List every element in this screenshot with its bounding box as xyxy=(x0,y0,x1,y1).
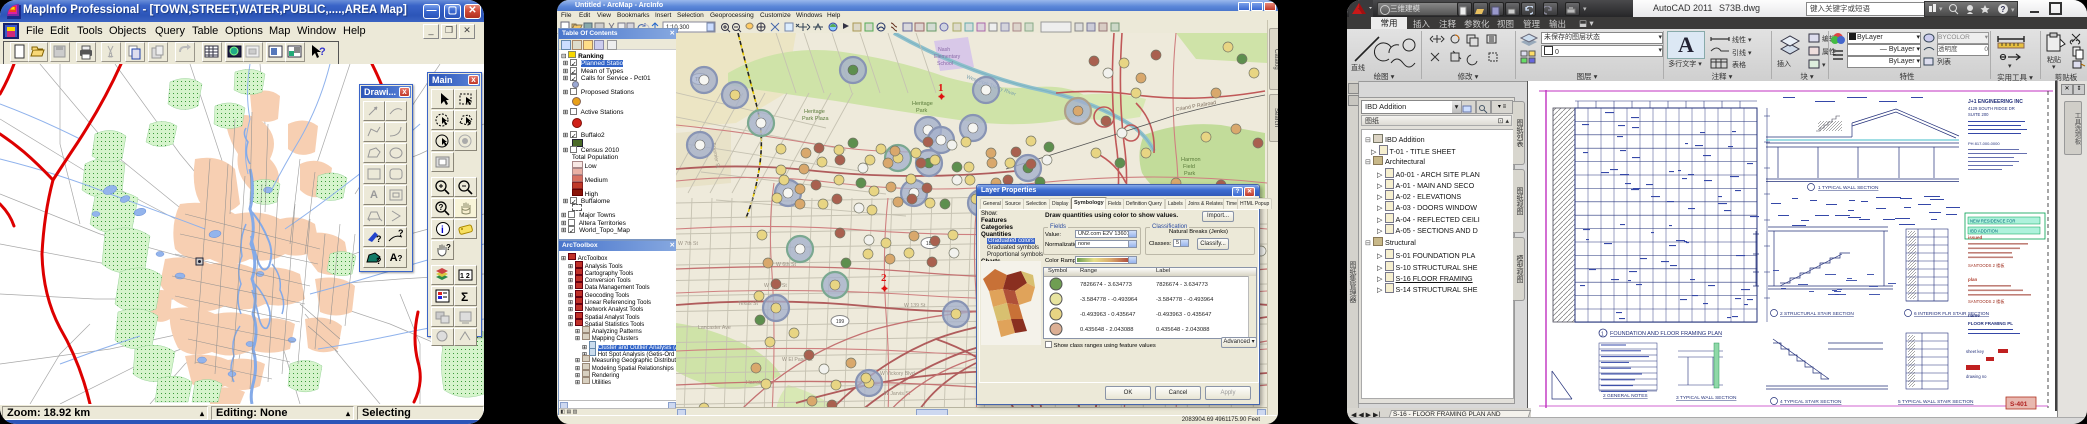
svg-text:▾: ▾ xyxy=(2008,63,2012,69)
svg-text:Σ: Σ xyxy=(461,290,468,304)
svg-text:-3.584778 - -0.493964: -3.584778 - -0.493964 xyxy=(1156,297,1214,303)
svg-text:drawing no: drawing no xyxy=(1966,374,1987,379)
svg-text:W Jarvis St: W Jarvis St xyxy=(884,391,911,397)
svg-text:Nash: Nash xyxy=(938,47,950,53)
svg-text:5 TYPICAL WALL STAIR SECTION: 5 TYPICAL WALL STAIR SECTION xyxy=(1898,399,1974,405)
svg-text:2: 2 xyxy=(881,272,887,284)
svg-text:▾: ▾ xyxy=(1822,62,1826,69)
svg-text:Park: Park xyxy=(916,108,928,114)
svg-text:?: ? xyxy=(398,228,404,238)
svg-text:-3.584778 - -0.493964: -3.584778 - -0.493964 xyxy=(1080,297,1138,303)
svg-text:-0.493963 - 0.435647: -0.493963 - 0.435647 xyxy=(1156,312,1211,318)
svg-text:Harmon: Harmon xyxy=(1181,157,1201,163)
svg-text:▾: ▾ xyxy=(2011,7,2015,14)
svg-text:Park Plaza: Park Plaza xyxy=(802,116,830,122)
svg-text:表格: 表格 xyxy=(1732,60,1746,69)
svg-text:Lancaster Ave: Lancaster Ave xyxy=(698,325,731,331)
svg-text:W 139 St: W 139 St xyxy=(904,303,926,309)
svg-text:1: 1 xyxy=(938,82,944,94)
svg-text:sheet key: sheet key xyxy=(1966,349,1985,354)
svg-text:FLOOR FRAMING PL: FLOOR FRAMING PL xyxy=(1968,321,2013,326)
svg-text:?: ? xyxy=(376,256,382,266)
svg-text:7826674 - 3.634773: 7826674 - 3.634773 xyxy=(1080,282,1132,288)
svg-text:SANTOODS 2 楼板: SANTOODS 2 楼板 xyxy=(1968,262,2005,269)
svg-text:Heritage: Heritage xyxy=(804,109,825,115)
svg-text:PH 817-000-0000: PH 817-000-0000 xyxy=(1968,141,2000,146)
svg-text:-0.493963 - 0.435647: -0.493963 - 0.435647 xyxy=(1080,312,1135,318)
svg-text:FOUNDATION AND FLOOR FRAMING P: FOUNDATION AND FLOOR FRAMING PLAN xyxy=(1610,331,1722,337)
svg-text:name: name xyxy=(1968,313,1980,318)
svg-text:W 7th St: W 7th St xyxy=(678,241,698,247)
svg-text:?: ? xyxy=(319,46,326,58)
svg-text:7826674 - 3.634773: 7826674 - 3.634773 xyxy=(1156,282,1208,288)
svg-text:IBD ADDITION: IBD ADDITION xyxy=(1970,229,1998,234)
svg-text:i: i xyxy=(441,225,444,236)
svg-text:Park: Park xyxy=(1184,171,1196,177)
svg-text:1 TYPICAL WALL SECTION: 1 TYPICAL WALL SECTION xyxy=(1818,185,1879,191)
svg-text:?: ? xyxy=(446,243,451,252)
svg-text:Texas St: Texas St xyxy=(738,301,758,307)
svg-text:S-401: S-401 xyxy=(2010,401,2028,408)
svg-text:2 GENERAL NOTES: 2 GENERAL NOTES xyxy=(1603,393,1648,399)
svg-text:1 2: 1 2 xyxy=(460,273,470,280)
svg-text:NEW RESIDENCE FOR: NEW RESIDENCE FOR xyxy=(1970,219,2015,224)
svg-text:4 TYPICAL STAIR SECTION: 4 TYPICAL STAIR SECTION xyxy=(1780,399,1842,405)
svg-text:W Vickory Blvd: W Vickory Blvd xyxy=(880,371,915,377)
svg-text:2 STRUCTURAL STAIR SECTION: 2 STRUCTURAL STAIR SECTION xyxy=(1780,311,1854,317)
svg-text:Field: Field xyxy=(1183,164,1195,170)
svg-text:?: ? xyxy=(376,234,382,244)
svg-text:?: ? xyxy=(438,203,443,212)
svg-text:J+1 ENGINEERING INC: J+1 ENGINEERING INC xyxy=(1968,99,2023,105)
svg-text:▾: ▾ xyxy=(2052,64,2056,69)
svg-text:3 TYPICAL WALL SECTION: 3 TYPICAL WALL SECTION xyxy=(1676,395,1737,401)
svg-text:?: ? xyxy=(2001,5,2006,14)
svg-text:School: School xyxy=(937,61,953,67)
svg-text:plan: plan xyxy=(1968,277,1978,282)
svg-text:0.435648 - 2.043088: 0.435648 - 2.043088 xyxy=(1156,327,1210,333)
svg-text:Heritage: Heritage xyxy=(912,101,933,107)
svg-text:线性 ▾: 线性 ▾ xyxy=(1732,35,1752,44)
svg-text:SANTOODS 2 楼板: SANTOODS 2 楼板 xyxy=(1968,298,2005,305)
svg-text:4129 SOUTH RIDGE DR: 4129 SOUTH RIDGE DR xyxy=(1968,106,2015,111)
svg-text:1: 1 xyxy=(1601,332,1604,338)
svg-text:▾: ▾ xyxy=(1939,6,1943,13)
svg-text:Elementary: Elementary xyxy=(934,54,961,60)
svg-text:粘贴: 粘贴 xyxy=(2047,55,2061,64)
svg-text:直线: 直线 xyxy=(1351,63,1365,71)
svg-text:199: 199 xyxy=(836,319,845,325)
svg-text:SUITE 200: SUITE 200 xyxy=(1968,112,1989,117)
svg-text:0.435648 - 2.043088: 0.435648 - 2.043088 xyxy=(1080,327,1134,333)
svg-text:issued: issued xyxy=(1968,235,1983,240)
svg-text:引线 ▾: 引线 ▾ xyxy=(1732,48,1752,57)
